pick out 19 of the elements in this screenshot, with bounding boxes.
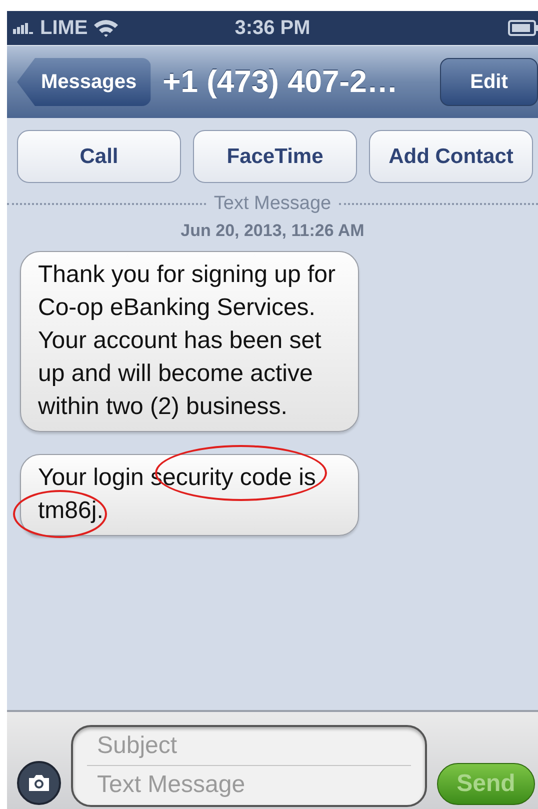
message-timestamp: Jun 20, 2013, 11:26 AM (180, 221, 366, 241)
contact-title: +1 (473) 407-2… (162, 64, 398, 100)
message-input-box[interactable]: Subject Text Message (71, 725, 427, 807)
wifi-icon (92, 19, 119, 37)
action-button[interactable]: Call (17, 130, 181, 183)
action-button[interactable]: Add Contact (369, 130, 533, 183)
signal-icon (13, 22, 35, 34)
subject-field[interactable]: Subject (87, 727, 411, 765)
clock-time: 3:36 PM (234, 16, 310, 40)
battery-icon (508, 20, 538, 36)
carrier-name: LIME (40, 16, 88, 40)
back-button[interactable]: Messages (17, 58, 151, 106)
message-field[interactable]: Text Message (87, 766, 411, 804)
message-text: Thank you for signing up for Co-op eBanking Services. Your account has been set up and will become active within two (2) business. (38, 260, 337, 422)
camera-icon (27, 774, 51, 792)
edit-button[interactable]: Edit (440, 58, 538, 106)
divider-label: Text Message (214, 193, 332, 215)
camera-button[interactable] (17, 761, 61, 805)
action-button[interactable]: FaceTime (193, 130, 357, 183)
